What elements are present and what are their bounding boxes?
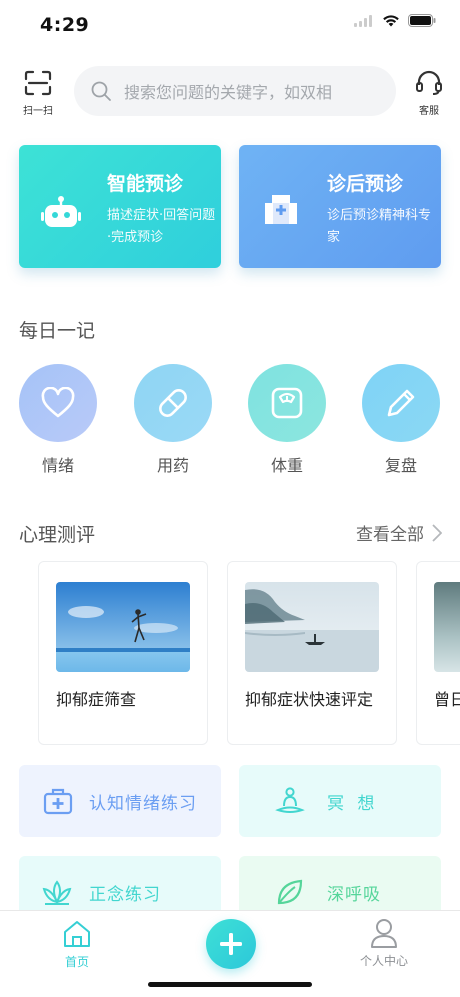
tab-profile-label: 个人中心: [359, 954, 408, 968]
depression-rapid-image: [245, 582, 379, 672]
meditation-icon: [275, 787, 305, 813]
test-card-depression-screening[interactable]: 抑郁症筛查: [38, 561, 208, 745]
card-desc: 描述症状·回答问题·完成预诊: [107, 208, 216, 245]
daily-item-mood[interactable]: 情绪: [19, 364, 97, 476]
test-card-label: 曾日: [434, 690, 460, 709]
tile-label: 认知情绪练习: [89, 793, 197, 814]
view-all-label: 查看全部: [356, 525, 424, 545]
search-placeholder: 搜索您问题的关键字，如双相: [124, 83, 333, 102]
mood-circle: [19, 364, 97, 442]
wifi-icon: [383, 15, 399, 27]
tab-home[interactable]: 首页: [52, 919, 102, 970]
post-diagnosis-card[interactable]: 诊后预诊 诊后预诊精神科专家: [239, 145, 441, 268]
home-indicator: [148, 982, 312, 987]
tab-profile[interactable]: 个人中心: [354, 917, 414, 969]
daily-item-weight[interactable]: 体重: [248, 364, 326, 476]
lake-photo: [245, 582, 379, 672]
lotus-icon: [42, 880, 72, 905]
robot-icon: [41, 196, 81, 227]
test-card-partial[interactable]: 曾日: [416, 561, 460, 745]
tile-meditation[interactable]: 冥 想: [239, 765, 441, 837]
leaf-icon: [277, 879, 303, 905]
battery-icon: [408, 14, 436, 27]
daily-section-title: 每日一记: [19, 320, 96, 342]
psych-section-title: 心理测评: [19, 524, 96, 546]
chevron-right-icon: [432, 523, 442, 542]
daily-item-review[interactable]: 复盘: [362, 364, 440, 476]
tile-cognitive-emotion[interactable]: 认知情绪练习: [19, 765, 221, 837]
medication-circle: [134, 364, 212, 442]
plus-icon: [220, 933, 242, 955]
card-title: 诊后预诊: [327, 173, 404, 195]
customer-service-button[interactable]: 客服: [410, 70, 448, 117]
partial-card-image: [434, 582, 460, 672]
scan-button[interactable]: 扫一扫: [18, 70, 58, 117]
beach-photo: [56, 582, 190, 672]
scan-icon: [24, 70, 52, 96]
pill-icon: [159, 389, 187, 417]
heart-icon: [41, 387, 75, 418]
medkit-icon: [43, 788, 73, 815]
view-all-link[interactable]: 查看全部: [356, 520, 442, 545]
headset-icon: [416, 70, 442, 95]
test-card-label: 抑郁症筛查: [56, 690, 137, 709]
home-icon: [64, 921, 90, 947]
medication-label: 用药: [156, 456, 189, 475]
card-desc: 诊后预诊精神科专家: [327, 208, 432, 245]
scan-label: 扫一扫: [23, 106, 53, 117]
pencil-icon: [387, 389, 415, 417]
weight-label: 体重: [270, 456, 303, 475]
signal-icon: [354, 14, 372, 27]
depression-screening-image: [56, 582, 190, 672]
smart-prediagnosis-card[interactable]: 智能预诊 描述症状·回答问题·完成预诊: [19, 145, 221, 268]
service-label: 客服: [419, 106, 439, 117]
daily-item-medication[interactable]: 用药: [134, 364, 212, 476]
card-title: 智能预诊: [107, 173, 184, 195]
user-icon: [371, 919, 397, 948]
mood-label: 情绪: [41, 456, 74, 475]
tile-label: 深呼吸: [327, 884, 381, 905]
scale-icon: [271, 387, 303, 419]
tile-label: 正念练习: [89, 884, 161, 905]
weight-circle: [248, 364, 326, 442]
tab-home-label: 首页: [64, 955, 89, 969]
test-card-label: 抑郁症状快速评定: [245, 690, 374, 709]
status-time: 4:29: [40, 14, 90, 36]
search-icon: [91, 81, 111, 101]
tile-label: 冥 想: [327, 793, 379, 814]
test-card-depression-rapid[interactable]: 抑郁症状快速评定: [227, 561, 397, 745]
review-label: 复盘: [384, 456, 417, 475]
add-button[interactable]: [206, 919, 256, 969]
hospital-icon: [265, 195, 297, 224]
status-icons: [354, 14, 436, 27]
search-bar[interactable]: 搜索您问题的关键字，如双相: [74, 66, 396, 116]
review-circle: [362, 364, 440, 442]
